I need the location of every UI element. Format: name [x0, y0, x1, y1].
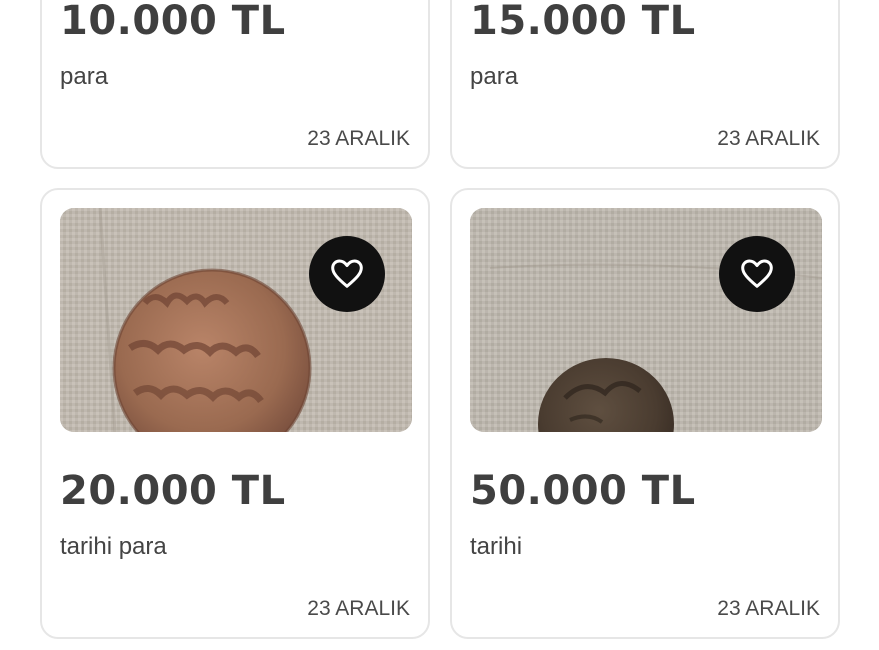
listing-card[interactable]: 50.000 TL tarihi 23 ARALIK [450, 188, 840, 639]
favorite-button[interactable] [309, 236, 385, 312]
favorite-button[interactable] [719, 236, 795, 312]
listing-date: 23 ARALIK [307, 597, 410, 620]
listing-photo[interactable] [60, 208, 412, 432]
listing-price: 20.000 TL [60, 468, 286, 514]
listing-price: 10.000 TL [60, 0, 286, 44]
listing-card[interactable]: 20.000 TL tarihi para 23 ARALIK [40, 188, 430, 639]
listing-card[interactable]: 10.000 TL para 23 ARALIK [40, 0, 430, 169]
heart-outline-icon [331, 259, 363, 288]
listing-price: 50.000 TL [470, 468, 696, 514]
listing-date: 23 ARALIK [717, 597, 820, 620]
listing-date: 23 ARALIK [307, 127, 410, 150]
listing-title: para [470, 63, 519, 90]
listing-date: 23 ARALIK [717, 127, 820, 150]
listing-title: para [60, 63, 109, 90]
listing-photo[interactable] [470, 208, 822, 432]
listing-title: tarihi [470, 533, 523, 560]
listing-price: 15.000 TL [470, 0, 696, 44]
heart-outline-icon [741, 259, 773, 288]
listing-card[interactable]: 15.000 TL para 23 ARALIK [450, 0, 840, 169]
listing-title: tarihi para [60, 533, 167, 560]
